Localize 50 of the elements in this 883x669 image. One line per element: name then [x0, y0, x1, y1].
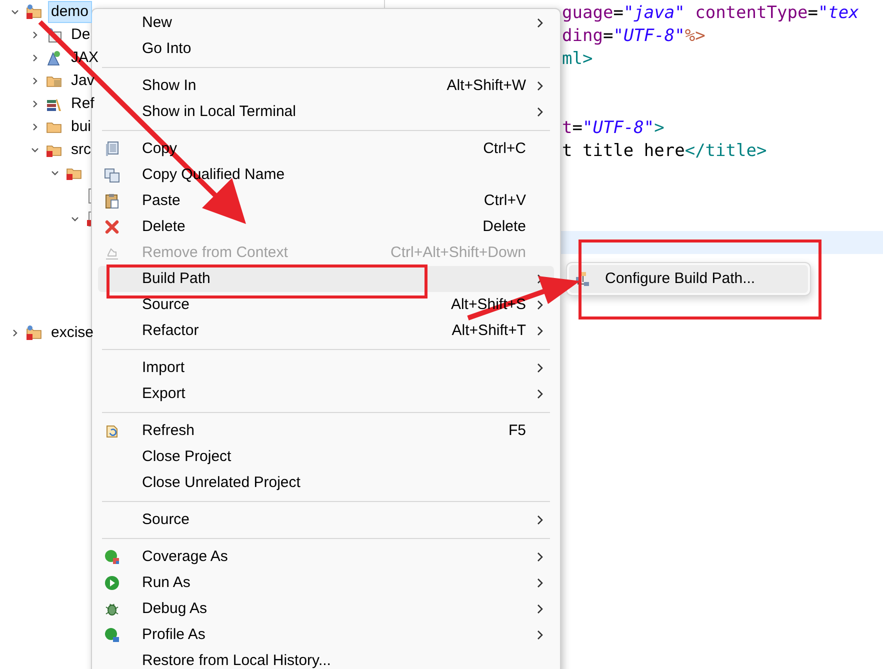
profile-icon — [104, 627, 120, 643]
tree-item[interactable]: Jav — [68, 70, 98, 92]
menu-item[interactable]: Close Project — [98, 444, 554, 470]
chevron-right-icon[interactable] — [30, 98, 40, 108]
code-line: ding="UTF-8"%> — [562, 24, 706, 46]
menu-item[interactable]: Configure Build Path... — [569, 265, 808, 293]
tree-item[interactable]: demo — [48, 0, 92, 22]
tree-item[interactable]: De — [68, 24, 94, 46]
project-icon — [26, 4, 42, 20]
menu-item[interactable]: Refresh F5 — [98, 418, 554, 444]
menu-item[interactable]: Refactor Alt+Shift+T — [98, 318, 554, 344]
menu-item[interactable]: Import — [98, 355, 554, 381]
delete-icon — [104, 219, 120, 235]
menu-item[interactable]: Source — [98, 507, 554, 533]
menu-item[interactable]: New — [98, 10, 554, 36]
menu-item[interactable]: Close Unrelated Project — [98, 470, 554, 496]
menu-item[interactable]: Delete Delete — [98, 214, 554, 240]
code-line: guage="java" contentType="tex — [562, 2, 859, 24]
clipboard-icon — [104, 193, 120, 209]
project-icon — [26, 324, 42, 340]
code-line: t="UTF-8"> — [562, 116, 664, 138]
chevron-right-icon[interactable] — [30, 30, 40, 40]
menu-item[interactable]: Restore from Local History... — [98, 648, 554, 669]
chevron-right-icon[interactable] — [30, 122, 40, 132]
chevron-right-icon[interactable] — [10, 328, 20, 338]
tree-item[interactable]: Ref — [68, 92, 98, 114]
menu-item[interactable]: Show In Alt+Shift+W — [98, 73, 554, 99]
menu-item[interactable]: Coverage As — [98, 544, 554, 570]
tree-item[interactable]: bui — [68, 116, 94, 138]
refresh-icon — [104, 423, 120, 439]
tree-item[interactable]: src — [68, 138, 94, 160]
run-icon — [104, 575, 120, 591]
menu-item[interactable]: Debug As — [98, 596, 554, 622]
coverage-icon — [104, 549, 120, 565]
menu-item[interactable]: Run As — [98, 570, 554, 596]
menu-item[interactable]: Export — [98, 381, 554, 407]
tree-item[interactable]: excise — [48, 322, 97, 344]
code-line: ml> — [562, 48, 593, 70]
code-line: t title here</title> — [562, 140, 767, 162]
menu-item[interactable]: Profile As — [98, 622, 554, 648]
menu-item[interactable]: Go Into — [98, 36, 554, 62]
copy-icon — [104, 167, 120, 183]
chevron-right-icon[interactable] — [30, 76, 40, 86]
menu-item[interactable]: Paste Ctrl+V — [98, 188, 554, 214]
menu-item[interactable]: Build Path — [98, 266, 554, 292]
triangle-icon — [46, 50, 62, 66]
bug-icon — [104, 601, 120, 617]
chevron-right-icon[interactable] — [30, 52, 40, 62]
menu-item[interactable]: Show in Local Terminal — [98, 99, 554, 125]
copy-icon — [104, 141, 120, 157]
